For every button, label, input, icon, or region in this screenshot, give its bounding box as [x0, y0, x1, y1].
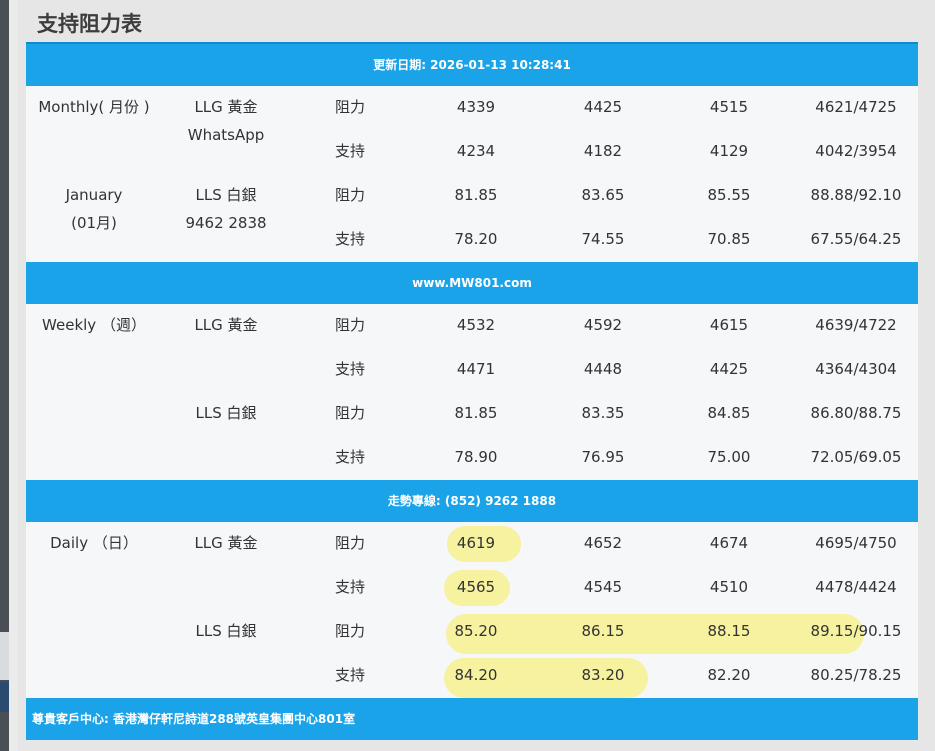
- value-cell: 84.20: [454, 666, 498, 684]
- weekly-gold-label: LLG 黃金: [194, 316, 258, 334]
- value-cell: 74.55: [581, 230, 625, 248]
- monthly-month-label: January: [65, 186, 123, 204]
- value-cell: 4510: [709, 578, 749, 596]
- background-window-fragment: [0, 632, 9, 680]
- value-cell: 4478/4424: [815, 578, 897, 596]
- value-cell: 81.85: [454, 404, 498, 422]
- value-cell: 4565: [456, 578, 496, 596]
- value-cell: 4339: [456, 98, 496, 116]
- value-cell: 4615: [709, 316, 749, 334]
- row-type-label: 阻力: [335, 316, 366, 334]
- row-type-label: 支持: [335, 360, 366, 378]
- value-cell: 4545: [583, 578, 623, 596]
- value-cell: 84.85: [707, 404, 751, 422]
- value-cell: 88.15: [707, 622, 751, 640]
- value-cell: 4695/4750: [815, 534, 897, 552]
- value-cell: 83.20: [581, 666, 625, 684]
- value-cell: 4592: [583, 316, 623, 334]
- value-cell: 4129: [709, 142, 749, 160]
- value-cell: 89.15/90.15: [810, 622, 902, 640]
- value-cell: 4515: [709, 98, 749, 116]
- background-window-fragment: [0, 682, 9, 712]
- daily-silver-label: LLS 白銀: [195, 622, 257, 640]
- value-cell: 76.95: [581, 448, 625, 466]
- weekly-period-label: Weekly （週）: [42, 316, 146, 334]
- value-cell: 4182: [583, 142, 623, 160]
- whatsapp-label: WhatsApp: [187, 126, 265, 144]
- value-cell: 67.55/64.25: [810, 230, 902, 248]
- weekly-silver-label: LLS 白銀: [195, 404, 257, 422]
- value-cell: 4364/4304: [815, 360, 897, 378]
- hotline-band: 走勢專線: (852) 9262 1888: [26, 480, 918, 522]
- value-cell: 4674: [709, 534, 749, 552]
- value-cell: 4425: [583, 98, 623, 116]
- whatsapp-phone: 9462 2838: [185, 214, 267, 232]
- row-type-label: 阻力: [335, 534, 366, 552]
- page-title: 支持阻力表: [37, 12, 142, 36]
- value-cell: 78.20: [454, 230, 498, 248]
- value-cell: 85.55: [707, 186, 751, 204]
- value-cell: 83.35: [581, 404, 625, 422]
- monthly-period-label: Monthly( 月份 ): [38, 98, 150, 116]
- daily-period-label: Daily （日）: [50, 534, 138, 552]
- value-cell: 4621/4725: [815, 98, 897, 116]
- row-type-label: 阻力: [335, 186, 366, 204]
- value-cell: 70.85: [707, 230, 751, 248]
- support-resistance-table: 更新日期: 2026-01-13 10:28:41 Monthly( 月份 ) …: [26, 42, 918, 740]
- value-cell: 81.85: [454, 186, 498, 204]
- value-cell: 4639/4722: [815, 316, 897, 334]
- value-cell: 78.90: [454, 448, 498, 466]
- row-type-label: 支持: [335, 448, 366, 466]
- row-type-label: 阻力: [335, 404, 366, 422]
- value-cell: 83.65: [581, 186, 625, 204]
- value-cell: 4652: [583, 534, 623, 552]
- value-cell: 82.20: [707, 666, 751, 684]
- value-cell: 4619: [456, 534, 496, 552]
- row-type-label: 支持: [335, 230, 366, 248]
- monthly-month-cn-label: (01月): [71, 214, 117, 232]
- row-type-label: 阻力: [335, 98, 366, 116]
- value-cell: 4471: [456, 360, 496, 378]
- update-date-band: 更新日期: 2026-01-13 10:28:41: [26, 44, 918, 86]
- website-band: www.MW801.com: [26, 262, 918, 304]
- value-cell: 75.00: [707, 448, 751, 466]
- client-center-band: 尊貴客戶中心: 香港灣仔軒尼詩道288號英皇集團中心801室: [26, 698, 918, 740]
- value-cell: 4532: [456, 316, 496, 334]
- row-type-label: 阻力: [335, 622, 366, 640]
- value-cell: 80.25/78.25: [810, 666, 902, 684]
- monthly-gold-label: LLG 黃金: [194, 98, 258, 116]
- value-cell: 4425: [709, 360, 749, 378]
- value-cell: 88.88/92.10: [810, 186, 902, 204]
- value-cell: 4042/3954: [815, 142, 897, 160]
- value-cell: 85.20: [454, 622, 498, 640]
- row-type-label: 支持: [335, 666, 366, 684]
- daily-gold-label: LLG 黃金: [194, 534, 258, 552]
- value-cell: 4234: [456, 142, 496, 160]
- monthly-silver-label: LLS 白銀: [195, 186, 257, 204]
- support-resistance-page: 支持阻力表 更新日期: 2026-01-13 10:28:41 Monthly(…: [18, 0, 935, 751]
- value-cell: 72.05/69.05: [810, 448, 902, 466]
- row-type-label: 支持: [335, 142, 366, 160]
- value-cell: 4448: [583, 360, 623, 378]
- background-window-edge: [0, 0, 9, 751]
- row-type-label: 支持: [335, 578, 366, 596]
- value-cell: 86.80/88.75: [810, 404, 902, 422]
- value-cell: 86.15: [581, 622, 625, 640]
